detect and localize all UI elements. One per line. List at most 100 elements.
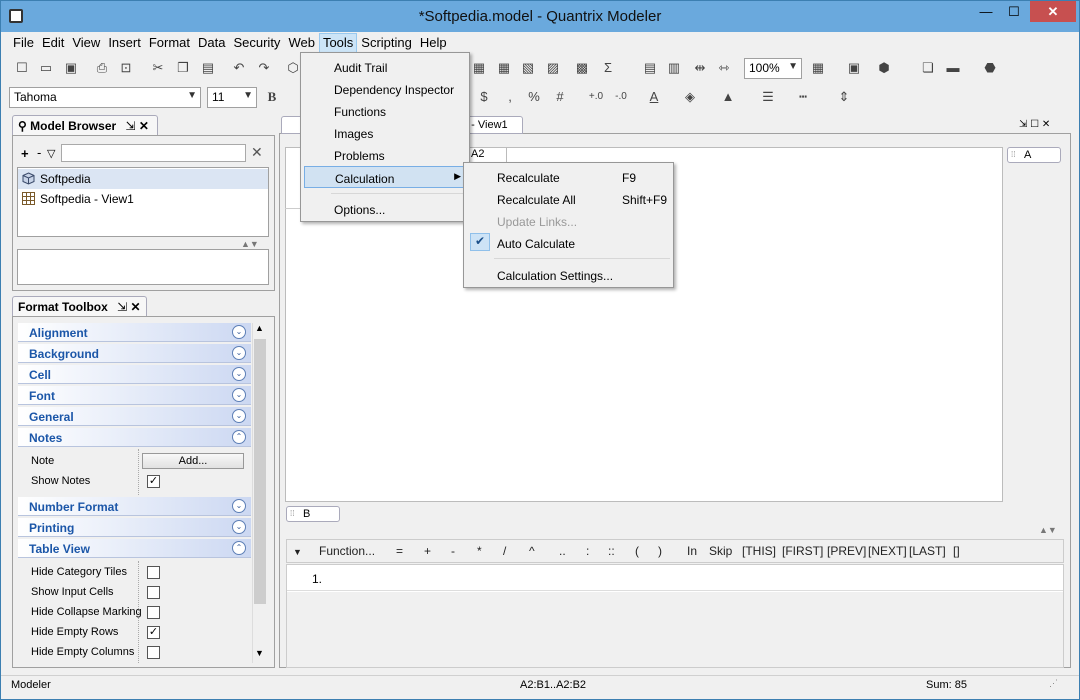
decrease-decimal-icon[interactable]: -.0 xyxy=(612,88,630,106)
scroll-up-icon[interactable]: ▲ xyxy=(255,323,264,333)
sum-icon[interactable]: Σ xyxy=(599,59,617,77)
open-paren-button[interactable]: ( xyxy=(635,544,639,558)
border-icon[interactable]: ☰ xyxy=(759,88,777,106)
distribute-icon[interactable]: ⇹ xyxy=(691,59,709,77)
range-button[interactable]: .. xyxy=(559,544,566,558)
last-button[interactable]: [LAST] xyxy=(909,544,946,558)
chevron-down-icon[interactable]: ▼ xyxy=(293,547,302,557)
new-file-icon[interactable]: ☐ xyxy=(13,59,31,77)
arrange-icon[interactable]: ▬ xyxy=(944,59,962,77)
menu-edit[interactable]: Edit xyxy=(38,33,68,53)
number-format-icon[interactable]: # xyxy=(551,88,569,106)
close-button[interactable]: ✕ xyxy=(1030,1,1076,22)
minimize-button[interactable]: — xyxy=(971,1,1001,22)
scroll-down-icon[interactable]: ▼ xyxy=(255,648,264,658)
menu-item-images[interactable]: Images xyxy=(304,122,466,144)
line-spacing-icon[interactable]: ⇕ xyxy=(835,88,853,106)
tree-item-view1[interactable]: Softpedia - View1 xyxy=(18,189,268,209)
percent-icon[interactable]: % xyxy=(525,88,543,106)
section-number-format[interactable]: Number Format ⌄ xyxy=(18,497,251,516)
bold-icon[interactable]: B xyxy=(263,88,281,106)
format-toolbox-scrollbar[interactable]: ▲ ▼ xyxy=(252,323,267,663)
menu-item-audit-trail[interactable]: Audit Trail xyxy=(304,56,466,78)
column-icon[interactable]: ▥ xyxy=(665,59,683,77)
chevron-up-icon[interactable]: ⌃ xyxy=(232,541,246,555)
model-browser-tab[interactable]: ⚲ Model Browser ⇲ ✕ xyxy=(12,115,158,135)
font-name-select[interactable]: Tahoma ▼ xyxy=(9,87,201,108)
redo-icon[interactable]: ↷ xyxy=(255,59,273,77)
fill-color-icon[interactable]: ◈ xyxy=(681,88,699,106)
menu-item-recalculate[interactable]: Recalculate F9 xyxy=(467,166,670,188)
in-button[interactable]: In xyxy=(687,544,697,558)
menu-item-recalculate-all[interactable]: Recalculate All Shift+F9 xyxy=(467,188,670,210)
menu-item-problems[interactable]: Problems xyxy=(304,144,466,166)
menu-data[interactable]: Data xyxy=(194,33,229,53)
chevron-down-icon[interactable]: ⌄ xyxy=(232,388,246,402)
expand-collapse-icon[interactable]: ▲▼ xyxy=(241,239,259,249)
insert-chart-icon[interactable]: ▨ xyxy=(544,59,562,77)
close-paren-button[interactable]: ) xyxy=(658,544,662,558)
menu-security[interactable]: Security xyxy=(229,33,284,53)
insert-image-icon[interactable]: ▧ xyxy=(519,59,537,77)
expand-collapse-icon[interactable]: ▲▼ xyxy=(1039,525,1057,535)
menu-item-calculation[interactable]: Calculation ▶ xyxy=(304,166,466,188)
function-button[interactable]: Function... xyxy=(319,544,375,558)
skip-button[interactable]: Skip xyxy=(709,544,732,558)
menu-scripting[interactable]: Scripting xyxy=(357,33,416,53)
menu-help[interactable]: Help xyxy=(416,33,451,53)
chevron-down-icon[interactable]: ⌄ xyxy=(232,409,246,423)
copy-icon[interactable]: ❐ xyxy=(174,59,192,77)
menu-view[interactable]: View xyxy=(68,33,104,53)
section-alignment[interactable]: Alignment ⌄ xyxy=(18,323,251,342)
frame-icon[interactable]: ▣ xyxy=(845,59,863,77)
add-button[interactable]: + xyxy=(21,146,29,161)
plus-button[interactable]: + xyxy=(424,544,431,558)
chevron-down-icon[interactable]: ⌄ xyxy=(232,499,246,513)
chevron-down-icon[interactable]: ⌄ xyxy=(232,520,246,534)
pin-icon[interactable]: ⇲ xyxy=(117,300,127,314)
section-font[interactable]: Font ⌄ xyxy=(18,386,251,405)
menu-item-functions[interactable]: Functions xyxy=(304,100,466,122)
double-colon-button[interactable]: :: xyxy=(608,544,615,558)
menu-web[interactable]: Web xyxy=(284,33,319,53)
colon-button[interactable]: : xyxy=(586,544,589,558)
section-background[interactable]: Background ⌄ xyxy=(18,344,251,363)
resize-grip-icon[interactable]: ⋰ xyxy=(1049,678,1058,689)
font-color-icon[interactable]: A xyxy=(645,88,663,106)
zoom-select[interactable]: 100% ▼ xyxy=(744,58,802,79)
font-size-select[interactable]: 11 ▼ xyxy=(207,87,257,108)
chevron-down-icon[interactable]: ⌄ xyxy=(232,367,246,381)
row-icon[interactable]: ▤ xyxy=(641,59,659,77)
chevron-up-icon[interactable]: ⌃ xyxy=(232,430,246,444)
menu-format[interactable]: Format xyxy=(145,33,194,53)
divide-button[interactable]: / xyxy=(503,544,506,558)
maximize-button[interactable]: ☐ xyxy=(999,1,1029,22)
first-button[interactable]: [FIRST] xyxy=(782,544,823,558)
insert-group-icon[interactable]: ▦ xyxy=(495,59,513,77)
section-notes[interactable]: Notes ⌃ xyxy=(18,428,251,447)
currency-icon[interactable]: $ xyxy=(475,88,493,106)
row-category-tile[interactable]: ⁞⁞ B xyxy=(286,506,340,522)
save-icon[interactable]: ▣ xyxy=(62,59,80,77)
multiply-button[interactable]: * xyxy=(477,544,482,558)
section-general[interactable]: General ⌄ xyxy=(18,407,251,426)
equals-button[interactable]: = xyxy=(396,544,403,558)
chevron-down-icon[interactable]: ⌄ xyxy=(232,325,246,339)
insert-item-icon[interactable]: ▦ xyxy=(470,59,488,77)
scroll-thumb[interactable] xyxy=(254,339,266,604)
picture-icon[interactable]: ▩ xyxy=(573,59,591,77)
print-preview-icon[interactable]: ⊡ xyxy=(117,59,135,77)
section-table-view[interactable]: Table View ⌃ xyxy=(18,539,251,558)
filter-icon[interactable]: ▽ xyxy=(47,147,55,160)
menu-tools[interactable]: Tools xyxy=(318,33,358,53)
add-note-button[interactable]: Add... xyxy=(142,453,244,469)
formula-editor[interactable]: 1. xyxy=(286,564,1064,668)
close-icon[interactable]: ✕ xyxy=(139,119,149,133)
close-icon[interactable]: ✕ xyxy=(131,300,141,314)
tree-item-softpedia[interactable]: Softpedia xyxy=(18,169,268,189)
format-toolbox-tab[interactable]: Format Toolbox ⇲ ✕ xyxy=(12,296,147,316)
minus-button[interactable]: - xyxy=(451,544,455,558)
hide-category-tiles-checkbox[interactable] xyxy=(147,566,160,579)
prev-button[interactable]: [PREV] xyxy=(827,544,866,558)
line-style-icon[interactable]: ┅ xyxy=(794,88,812,106)
